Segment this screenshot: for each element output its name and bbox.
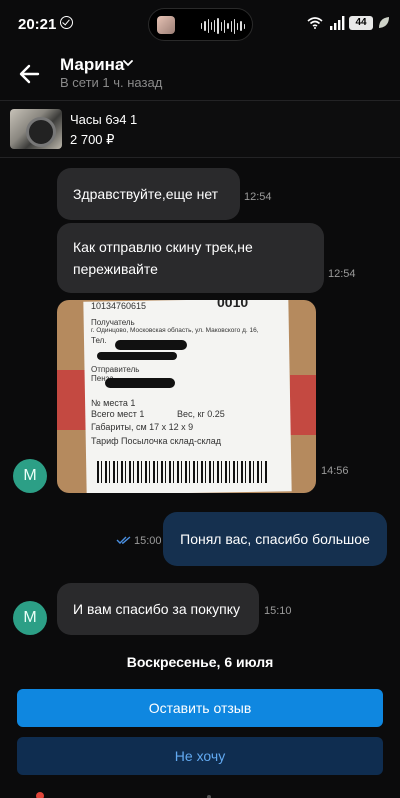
label-text: Отправитель — [91, 365, 140, 374]
message-time: 15:10 — [264, 605, 292, 617]
product-card[interactable]: Часы 6э4 1 2 700 ₽ — [0, 100, 400, 158]
product-price: 2 700 ₽ — [70, 132, 115, 147]
label-text: № места 1 — [91, 398, 136, 408]
dynamic-island[interactable] — [148, 8, 253, 41]
chevron-down-icon[interactable] — [122, 57, 134, 69]
label-text: Всего мест 1 — [91, 409, 145, 419]
battery-icon: 44 — [349, 16, 373, 30]
notification-dot — [36, 792, 44, 798]
message-time: 15:00 — [134, 535, 162, 547]
message-time: 12:54 — [244, 191, 272, 203]
photo-tape — [290, 375, 316, 435]
message-incoming[interactable]: Как отправлю скину трек,не переживайте — [57, 223, 324, 293]
message-text: Как отправлю скину трек,не переживайте — [73, 239, 253, 277]
label-text: 0010 — [217, 300, 249, 310]
message-photo[interactable]: 10134760615 0010 Получатель г. Одинцово,… — [57, 300, 316, 493]
back-arrow-icon[interactable] — [16, 60, 44, 88]
label-text: Тариф Посылочка склад-склад — [91, 436, 222, 446]
check-circle-icon — [60, 16, 73, 29]
product-image — [10, 109, 62, 149]
redaction-scribble — [105, 378, 175, 388]
message-text: И вам спасибо за покупку — [73, 601, 241, 617]
label-text: Тел. — [91, 336, 107, 345]
audio-wave-icon — [201, 18, 245, 34]
message-time: 12:54 — [328, 268, 356, 280]
date-separator: Воскресенье, 6 июля — [126, 654, 274, 670]
message-outgoing[interactable]: Понял вас, спасибо большое — [163, 512, 387, 566]
product-title: Часы 6э4 1 — [70, 112, 138, 127]
label-text: Получатель — [91, 318, 135, 327]
presence-status: В сети 1 ч. назад — [60, 75, 163, 90]
wifi-icon — [307, 17, 323, 29]
status-time: 20:21 — [18, 16, 57, 33]
leave-review-button[interactable]: Оставить отзыв — [17, 689, 383, 727]
chat-header: Марина В сети 1 ч. назад — [0, 48, 400, 100]
media-thumbnail-icon — [157, 16, 175, 34]
message-text: Здравствуйте,еще нет — [73, 186, 219, 202]
message-time: 14:56 — [321, 465, 349, 477]
message-incoming[interactable]: И вам спасибо за покупку — [57, 583, 259, 635]
label-text: Габариты, см 17 х 12 х 9 — [91, 422, 194, 432]
avatar[interactable]: M — [13, 459, 47, 493]
barcode — [97, 461, 267, 483]
message-text: Понял вас, спасибо большое — [180, 531, 370, 547]
leaf-icon — [379, 17, 389, 28]
avatar[interactable]: M — [13, 601, 47, 635]
status-bar: 20:21 44 — [0, 0, 400, 48]
redaction-scribble — [97, 352, 177, 360]
contact-name[interactable]: Марина — [60, 55, 124, 75]
photo-tape — [57, 370, 87, 430]
signal-icon — [330, 16, 345, 30]
decline-button[interactable]: Не хочу — [17, 737, 383, 775]
label-text: Вес, кг 0.25 — [177, 409, 225, 419]
label-text: 10134760615 — [91, 301, 147, 311]
message-incoming[interactable]: Здравствуйте,еще нет — [57, 168, 240, 220]
double-check-icon — [116, 536, 131, 544]
redaction-scribble — [115, 340, 187, 350]
label-text: г. Одинцово, Московская область, ул. Мак… — [91, 327, 259, 334]
